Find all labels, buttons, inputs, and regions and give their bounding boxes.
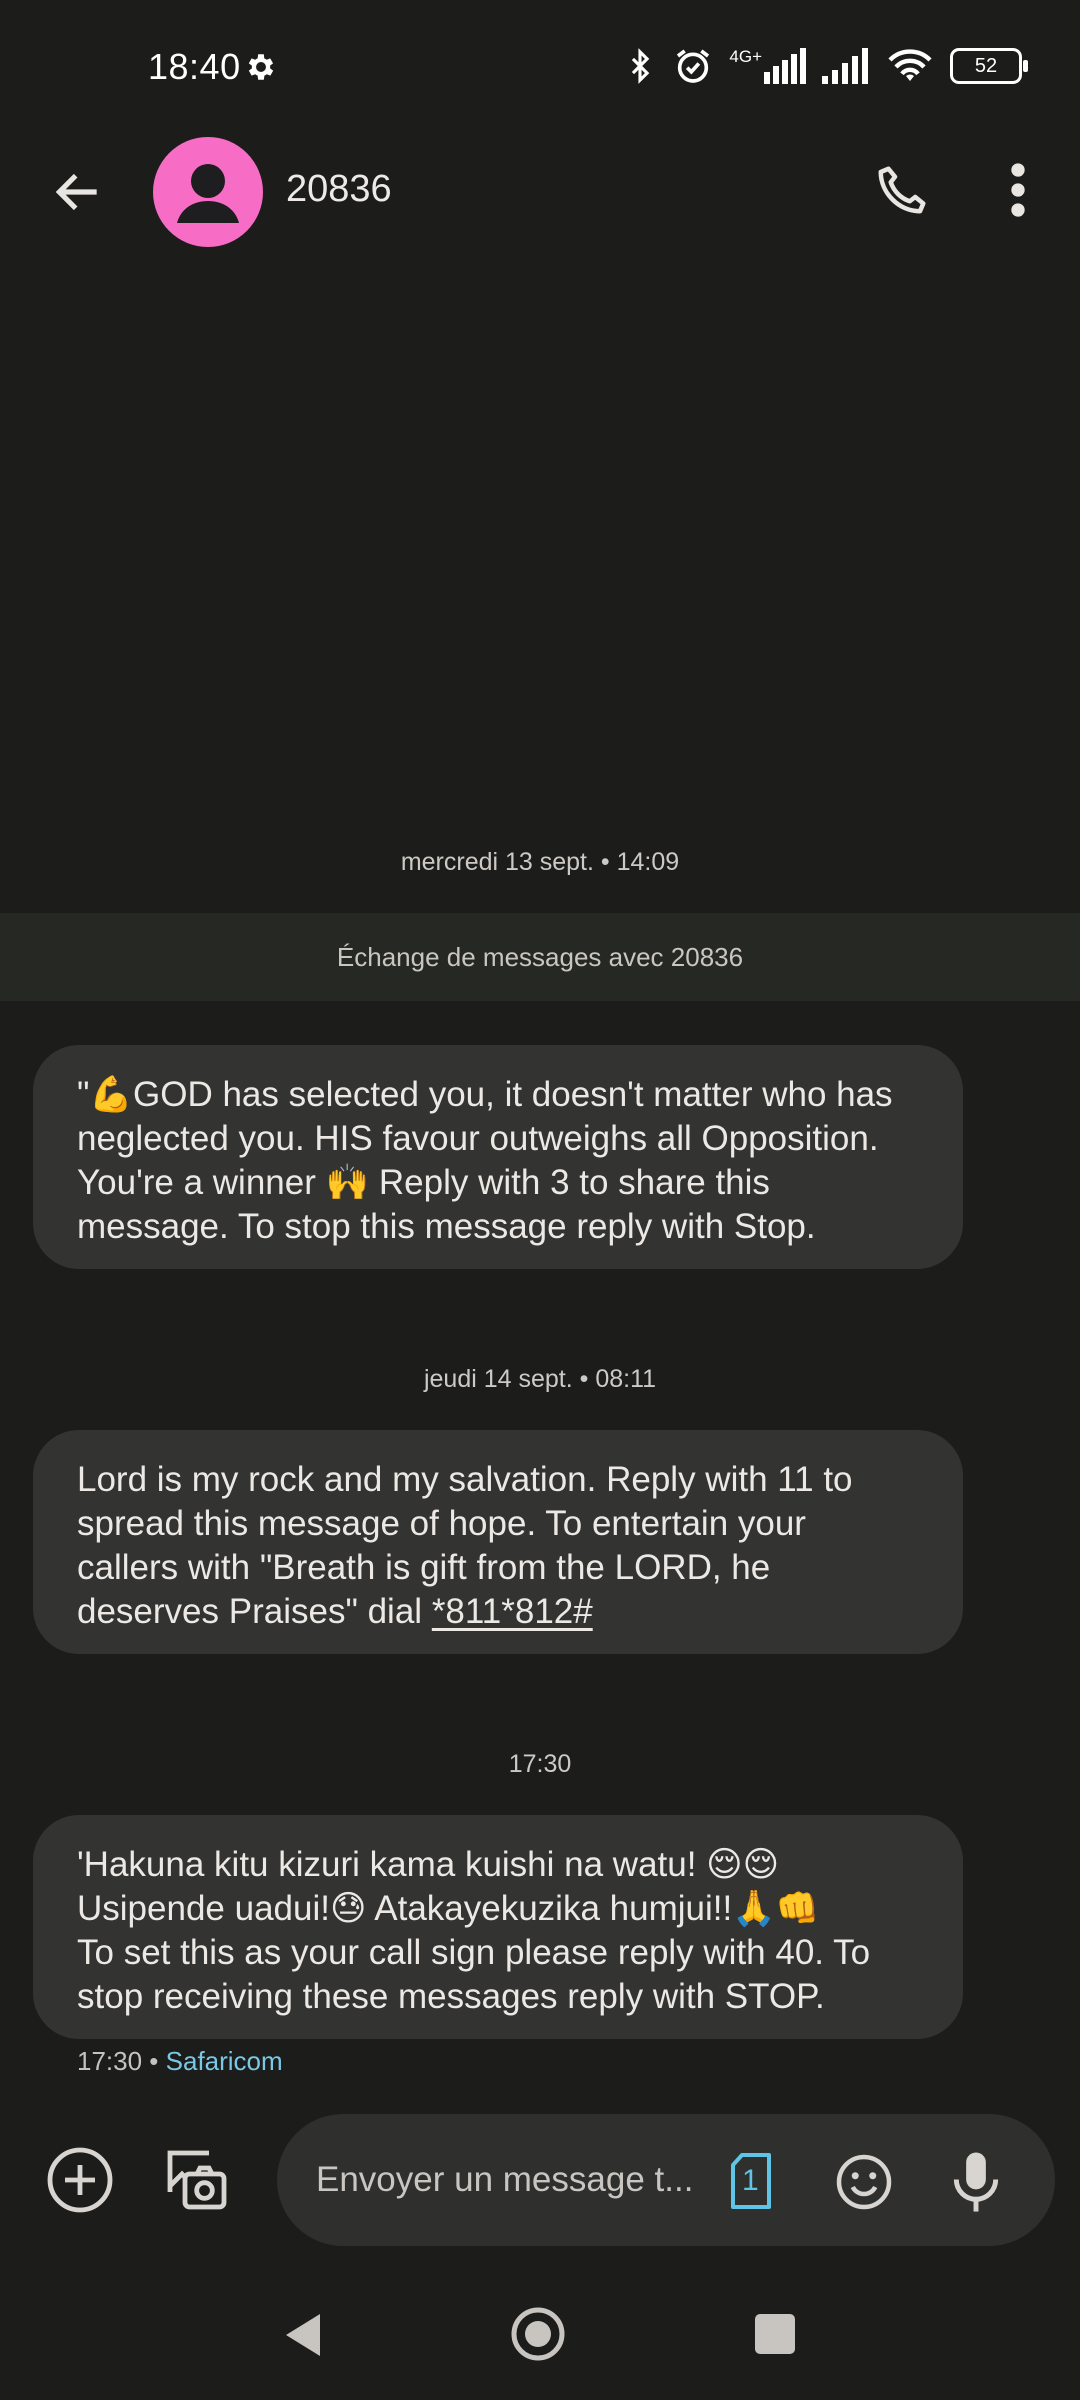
sim-card-icon[interactable]: 1	[728, 2152, 774, 2210]
exchange-banner: Échange de messages avec 20836	[0, 913, 1080, 1001]
microphone-icon[interactable]	[950, 2150, 1002, 2214]
message-line: stop receiving these messages reply with…	[77, 1977, 825, 2016]
message-line: message. To stop this message reply with…	[77, 1207, 816, 1246]
message-text: deserves Praises" dial	[77, 1592, 432, 1631]
avatar-person-icon	[177, 164, 239, 223]
nav-back-icon[interactable]	[280, 2310, 328, 2360]
phone-icon[interactable]	[872, 160, 932, 220]
status-icons: 4G+ 52	[623, 44, 1028, 88]
message-bubble[interactable]: "💪GOD has selected you, it doesn't matte…	[33, 1045, 963, 1269]
message-line: You're a winner 🙌 Reply with 3 to share …	[77, 1163, 770, 1202]
status-time: 18:40	[148, 46, 241, 87]
date-separator: mercredi 13 sept. • 14:09	[400, 848, 680, 876]
message-input-placeholder[interactable]: Envoyer un message t...	[316, 2160, 693, 2200]
ussd-code-link[interactable]: *811*812#	[432, 1592, 593, 1631]
contact-name[interactable]: 20836	[286, 168, 392, 211]
message-line: "💪GOD has selected you, it doesn't matte…	[77, 1075, 893, 1114]
message-line: Lord is my rock and my salvation. Reply …	[77, 1460, 853, 1499]
network-type-label: 4G+	[729, 47, 762, 66]
signal-4g-group: 4G+	[729, 48, 806, 84]
message-meta: 17:30 • Safaricom	[77, 2046, 283, 2077]
settings-gear-icon	[248, 54, 274, 80]
date-separator: 17:30	[508, 1750, 572, 1778]
battery-icon: 52	[950, 48, 1028, 84]
message-line: neglected you. HIS favour outweighs all …	[77, 1119, 879, 1158]
date-separator: jeudi 14 sept. • 08:11	[423, 1365, 657, 1393]
message-line: 'Hakuna kitu kizuri kama kuishi na watu!…	[77, 1845, 780, 1884]
more-vert-icon[interactable]	[1000, 160, 1036, 220]
add-circle-icon[interactable]	[44, 2144, 116, 2216]
signal-icon	[822, 48, 868, 84]
message-bubble[interactable]: Lord is my rock and my salvation. Reply …	[33, 1430, 963, 1654]
message-line: Usipende uadui!😓 Atakayekuzika humjui!!🙏…	[77, 1889, 820, 1928]
message-line: spread this message of hope. To entertai…	[77, 1504, 806, 1543]
message-bubble[interactable]: 'Hakuna kitu kizuri kama kuishi na watu!…	[33, 1815, 963, 2039]
carrier-name: Safaricom	[165, 2046, 283, 2076]
sim-number: 1	[742, 2164, 759, 2197]
message-time: 17:30	[77, 2046, 143, 2076]
nav-home-icon[interactable]	[510, 2306, 566, 2362]
message-line: deserves Praises" dial *811*812#	[77, 1590, 919, 1634]
message-line: To set this as your call sign please rep…	[77, 1933, 871, 1972]
bluetooth-icon	[632, 48, 650, 84]
wifi-icon	[888, 49, 932, 81]
back-arrow-icon[interactable]	[50, 164, 106, 220]
message-line: callers with "Breath is gift from the LO…	[77, 1548, 771, 1587]
signal-icon	[764, 48, 806, 84]
emoji-icon[interactable]	[834, 2152, 894, 2212]
alarm-icon	[677, 49, 710, 83]
nav-recents-icon[interactable]	[753, 2312, 797, 2356]
meta-separator: •	[142, 2046, 166, 2076]
gallery-camera-icon[interactable]	[158, 2144, 230, 2216]
avatar[interactable]	[153, 137, 263, 247]
